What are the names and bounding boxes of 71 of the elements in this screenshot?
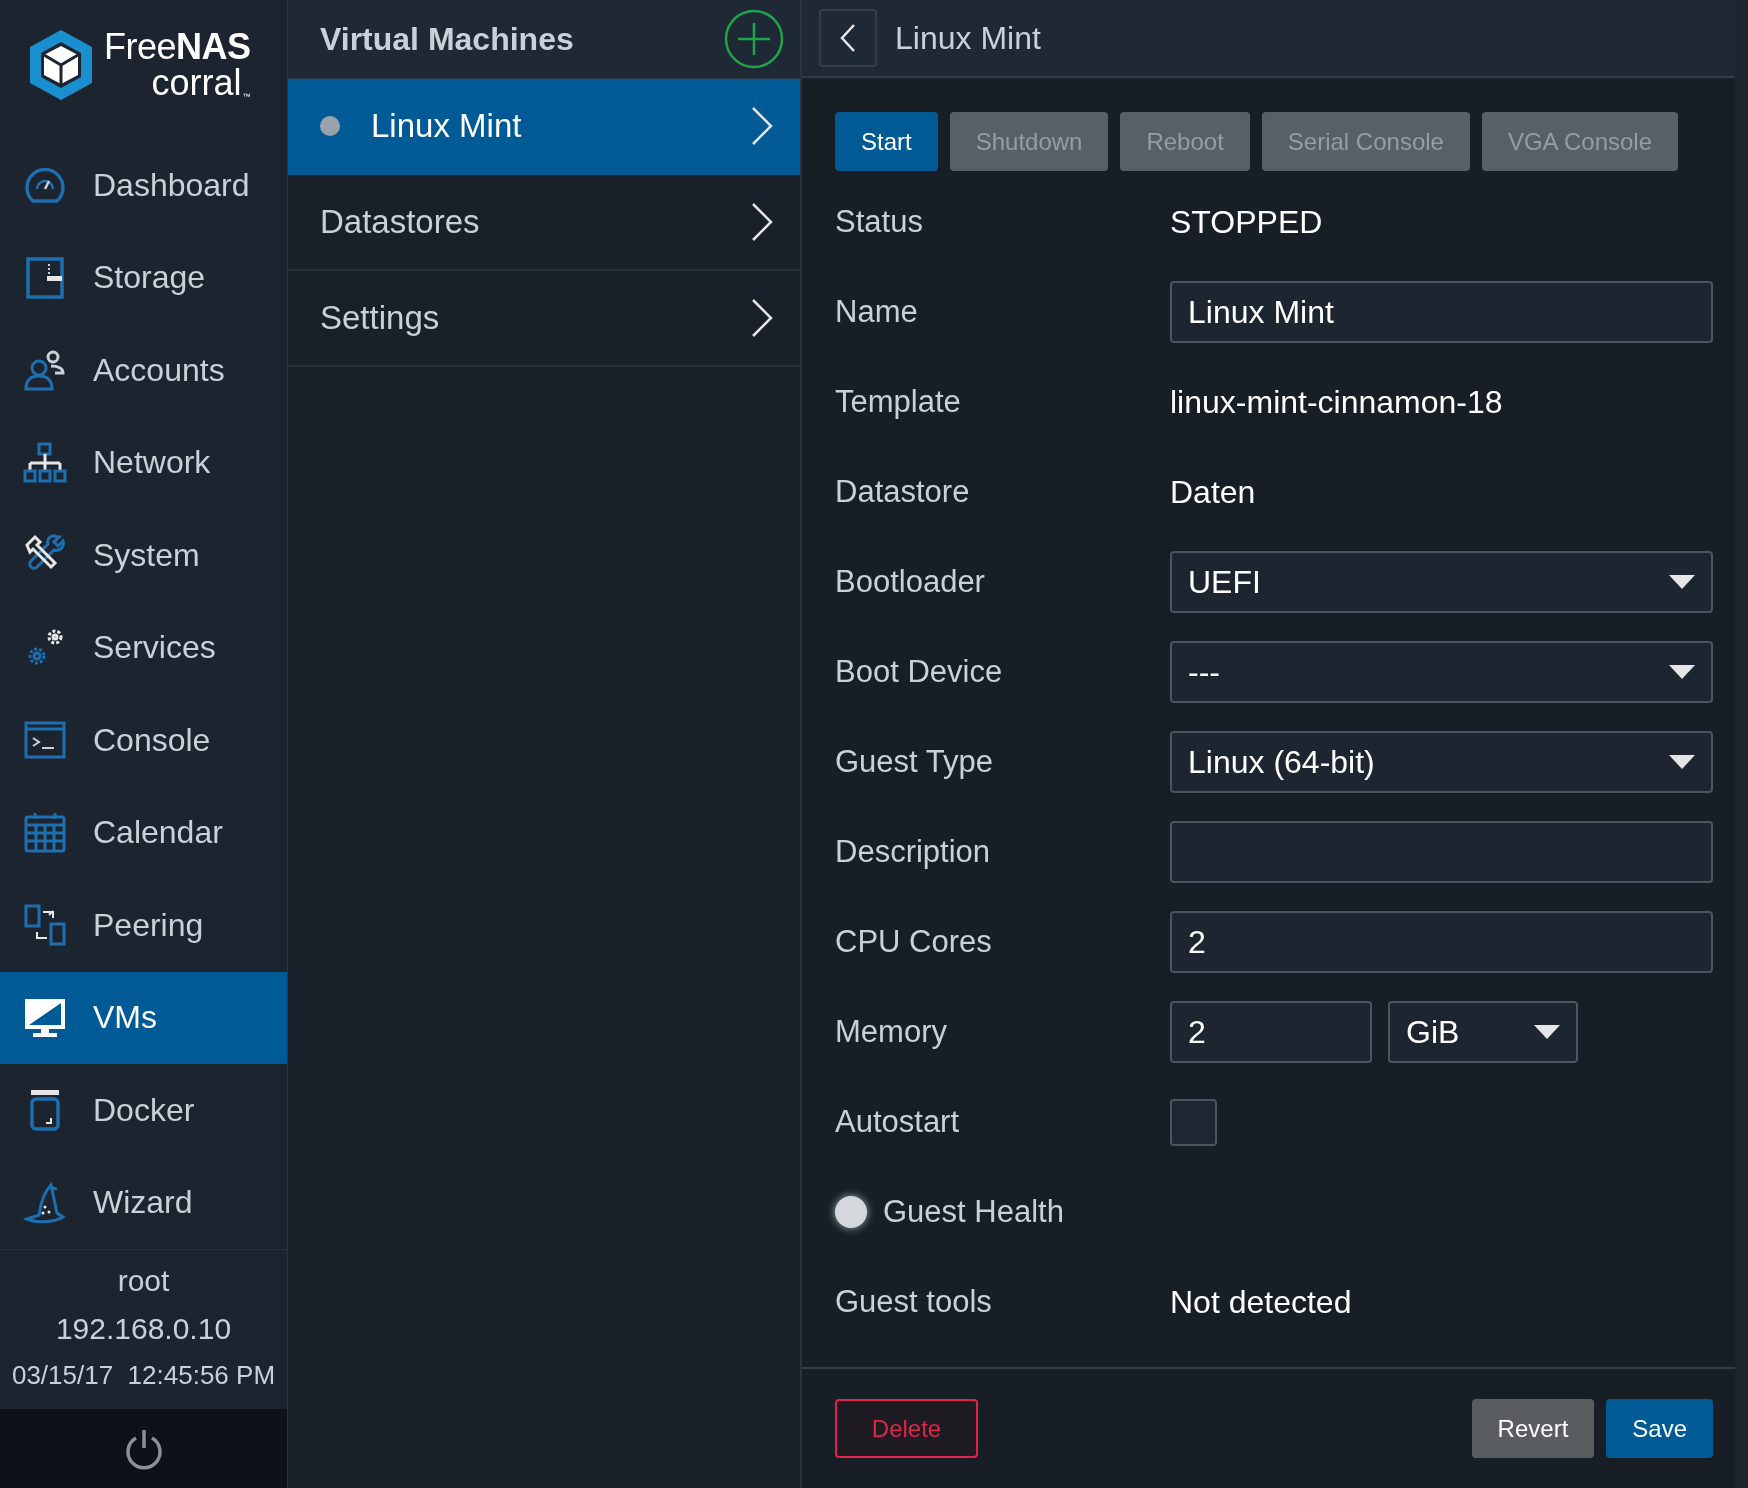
- field-label: Status: [835, 204, 924, 240]
- field-value: STOPPED: [1170, 203, 1323, 241]
- input-field[interactable]: 2: [1170, 911, 1713, 973]
- detail-title: Linux Mint: [895, 19, 1041, 57]
- caret-icon: [1534, 1025, 1560, 1039]
- field-label: Datastore: [835, 474, 971, 510]
- dropdown[interactable]: Linux (64-bit): [1170, 731, 1713, 793]
- caret-icon: [1669, 575, 1695, 589]
- list-item[interactable]: Datastores: [288, 175, 800, 271]
- input-field[interactable]: [1170, 821, 1713, 883]
- nav-item[interactable]: Network: [0, 416, 287, 509]
- field-label: Guest Health: [883, 1194, 1065, 1230]
- calendar-icon: [23, 810, 67, 855]
- panel-title: Virtual Machines: [320, 20, 574, 58]
- caret-icon: [1669, 665, 1695, 679]
- nav-item[interactable]: System: [0, 509, 287, 602]
- delete-button[interactable]: Delete: [835, 1399, 978, 1458]
- nav-item[interactable]: Storage: [0, 231, 287, 324]
- input-field[interactable]: Linux Mint: [1170, 281, 1713, 343]
- add-icon[interactable]: [724, 9, 784, 69]
- list-item[interactable]: Settings: [288, 271, 800, 367]
- chevron-left-icon: [840, 23, 856, 53]
- back-button[interactable]: [819, 9, 877, 67]
- nav-item[interactable]: Peering: [0, 879, 287, 972]
- save-button[interactable]: Save: [1606, 1399, 1713, 1458]
- field-label: Memory: [835, 1014, 948, 1050]
- action-button[interactable]: Start: [835, 112, 938, 171]
- nav-item[interactable]: Console: [0, 694, 287, 787]
- dropdown[interactable]: ---: [1170, 641, 1713, 703]
- field-label: Autostart: [835, 1104, 961, 1140]
- nav-item[interactable]: Dashboard: [0, 139, 287, 232]
- field-label: Boot Device: [835, 654, 1004, 690]
- chevron-right-icon: [750, 298, 774, 338]
- nav-item[interactable]: Docker: [0, 1064, 287, 1157]
- users-icon: [23, 348, 67, 393]
- wizard-hat-icon: [23, 1180, 67, 1225]
- nav-item[interactable]: VMs: [0, 971, 287, 1064]
- field-label: Template: [835, 384, 962, 420]
- storage-icon: [23, 255, 67, 300]
- chevron-right-icon: [750, 106, 774, 146]
- username: root: [117, 1264, 170, 1298]
- nav-item[interactable]: Accounts: [0, 324, 287, 417]
- field-value: Not detected: [1170, 1283, 1352, 1321]
- network-icon: [23, 440, 67, 485]
- field-label: CPU Cores: [835, 924, 993, 960]
- date-time: 03/15/17 12:45:56 PM: [11, 1360, 276, 1391]
- power-icon[interactable]: [123, 1427, 164, 1470]
- dropdown[interactable]: UEFI: [1170, 551, 1713, 613]
- ip-address: 192.168.0.10: [55, 1312, 232, 1346]
- field-label: Guest tools: [835, 1284, 993, 1320]
- checkbox[interactable]: [1170, 1098, 1217, 1146]
- nav-item[interactable]: Services: [0, 601, 287, 694]
- list-item[interactable]: Linux Mint: [288, 79, 800, 175]
- brand-name: FreeNAS: [104, 29, 251, 65]
- revert-button[interactable]: Revert: [1471, 1399, 1595, 1458]
- product-name: corral™: [151, 65, 251, 101]
- field-value: Daten: [1170, 473, 1256, 511]
- field-label: Description: [835, 834, 992, 870]
- nav-item[interactable]: Calendar: [0, 786, 287, 879]
- nav-item[interactable]: Wizard: [0, 1156, 287, 1249]
- caret-icon: [1669, 755, 1695, 769]
- dropdown[interactable]: GiB: [1388, 1001, 1578, 1063]
- field-value: linux-mint-cinnamon-18: [1170, 383, 1503, 421]
- chevron-right-icon: [750, 202, 774, 242]
- field-label: Bootloader: [835, 564, 986, 600]
- exchange-icon: [23, 903, 67, 948]
- status-light-icon: [835, 1196, 867, 1228]
- field-label: Name: [835, 294, 919, 330]
- input-field[interactable]: 2: [1170, 1001, 1372, 1063]
- status-dot-icon: [320, 116, 340, 136]
- field-label: Guest Type: [835, 744, 994, 780]
